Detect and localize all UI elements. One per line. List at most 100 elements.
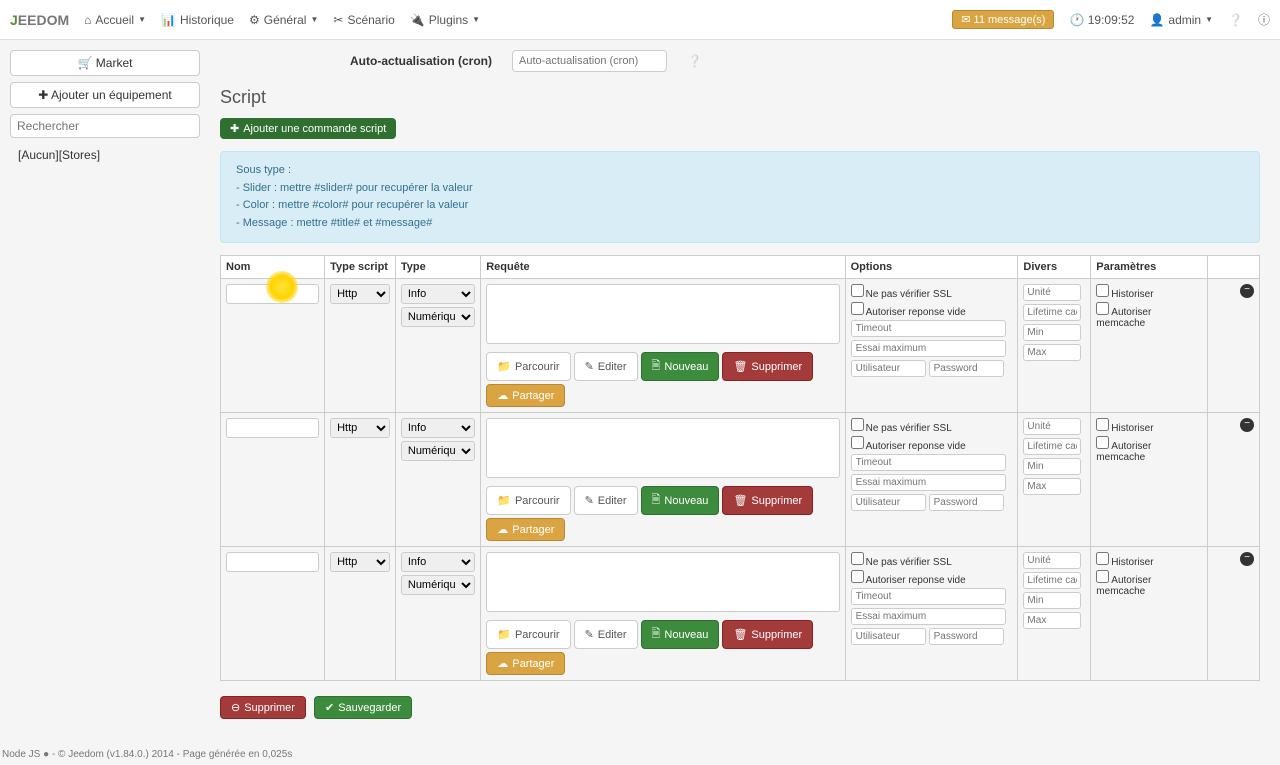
browse-button[interactable]: 📁 Parcourir (486, 352, 570, 381)
request-textarea[interactable] (486, 284, 839, 344)
timeout-input[interactable] (851, 320, 1006, 337)
min-input[interactable] (1023, 592, 1081, 609)
maxtry-input[interactable] (851, 340, 1006, 357)
delete-button[interactable]: 🗑 Supprimer (722, 620, 813, 649)
unite-input[interactable] (1023, 552, 1081, 569)
th-divers: Divers (1018, 256, 1091, 279)
nossl-checkbox[interactable]: Ne pas vérifier SSL (851, 552, 1013, 568)
max-input[interactable] (1023, 612, 1081, 629)
share-button[interactable]: ☁ Partager (486, 518, 565, 541)
lifetime-input[interactable] (1023, 572, 1081, 589)
allowempty-checkbox[interactable]: Autoriser reponse vide (851, 302, 1013, 318)
historiser-checkbox[interactable]: Historiser (1096, 418, 1202, 434)
market-button[interactable]: 🛒 Market (10, 50, 200, 76)
info-icon[interactable]: ⓘ (1258, 11, 1270, 28)
pass-input[interactable] (929, 628, 1004, 645)
delete-button[interactable]: 🗑 Supprimer (722, 352, 813, 381)
lifetime-input[interactable] (1023, 438, 1081, 455)
timeout-input[interactable] (851, 454, 1006, 471)
sidebar-search[interactable] (10, 114, 200, 138)
unite-input[interactable] (1023, 418, 1081, 435)
cron-help-icon[interactable]: ❔ (687, 54, 702, 68)
user-input[interactable] (851, 628, 926, 645)
browse-button[interactable]: 📁 Parcourir (486, 486, 570, 515)
historiser-checkbox[interactable]: Historiser (1096, 552, 1202, 568)
remove-row-button[interactable]: − (1240, 284, 1254, 298)
delete-button[interactable]: 🗑 Supprimer (722, 486, 813, 515)
messages-badge[interactable]: ✉ 11 message(s) (952, 10, 1054, 29)
delete-all-button[interactable]: ⊖ Supprimer (220, 696, 306, 719)
lifetime-input[interactable] (1023, 304, 1081, 321)
th-typescript: Type script (325, 256, 396, 279)
add-equipment-button[interactable]: ✚ Ajouter un équipement (10, 82, 200, 108)
min-input[interactable] (1023, 458, 1081, 475)
allowempty-checkbox[interactable]: Autoriser reponse vide (851, 436, 1013, 452)
table-row: Http Info Numérique 📁 Parcourir ✎ Editer… (221, 279, 1260, 413)
typescript-select[interactable]: Http (330, 284, 390, 304)
max-input[interactable] (1023, 478, 1081, 495)
memcache-checkbox[interactable]: Autoriser memcache (1096, 570, 1202, 597)
max-input[interactable] (1023, 344, 1081, 361)
share-button[interactable]: ☁ Partager (486, 652, 565, 675)
pass-input[interactable] (929, 494, 1004, 511)
memcache-checkbox[interactable]: Autoriser memcache (1096, 436, 1202, 463)
th-parametres: Paramètres (1091, 256, 1208, 279)
allowempty-checkbox[interactable]: Autoriser reponse vide (851, 570, 1013, 586)
commands-table: Nom Type script Type Requête Options Div… (220, 255, 1260, 681)
nossl-checkbox[interactable]: Ne pas vérifier SSL (851, 418, 1013, 434)
typescript-select[interactable]: Http (330, 552, 390, 572)
nav-plugins[interactable]: 🔌 Plugins ▼ (410, 13, 480, 27)
user-input[interactable] (851, 360, 926, 377)
subtype-select[interactable]: Numérique (401, 575, 475, 595)
th-type: Type (395, 256, 480, 279)
remove-row-button[interactable]: − (1240, 552, 1254, 566)
nav-accueil[interactable]: ⌂ Accueil ▼ (84, 13, 146, 27)
new-button[interactable]: 🗎 Nouveau (641, 486, 720, 515)
save-button[interactable]: ✔ Sauvegarder (314, 696, 412, 719)
add-command-button[interactable]: ✚ Ajouter une commande script (220, 118, 396, 139)
nossl-checkbox[interactable]: Ne pas vérifier SSL (851, 284, 1013, 300)
min-input[interactable] (1023, 324, 1081, 341)
type-select[interactable]: Info (401, 284, 475, 304)
unite-input[interactable] (1023, 284, 1081, 301)
help-icon[interactable]: ❔ (1228, 13, 1243, 27)
clock: 🕐 19:09:52 (1069, 13, 1134, 27)
pass-input[interactable] (929, 360, 1004, 377)
memcache-checkbox[interactable]: Autoriser memcache (1096, 302, 1202, 329)
th-options: Options (845, 256, 1018, 279)
nav-scenario[interactable]: ✂ Scénario (333, 13, 394, 27)
typescript-select[interactable]: Http (330, 418, 390, 438)
subtype-select[interactable]: Numérique (401, 441, 475, 461)
subtype-select[interactable]: Numérique (401, 307, 475, 327)
logo: JEEDOM (10, 12, 69, 28)
user-menu[interactable]: 👤 admin ▼ (1149, 13, 1213, 27)
cron-input[interactable] (512, 50, 667, 72)
maxtry-input[interactable] (851, 474, 1006, 491)
new-button[interactable]: 🗎 Nouveau (641, 352, 720, 381)
type-select[interactable]: Info (401, 552, 475, 572)
sidebar-item-stores[interactable]: [Aucun][Stores] (10, 144, 200, 166)
remove-row-button[interactable]: − (1240, 418, 1254, 432)
share-button[interactable]: ☁ Partager (486, 384, 565, 407)
browse-button[interactable]: 📁 Parcourir (486, 620, 570, 649)
name-input[interactable] (226, 552, 319, 572)
name-input[interactable] (226, 418, 319, 438)
new-button[interactable]: 🗎 Nouveau (641, 620, 720, 649)
edit-button[interactable]: ✎ Editer (574, 352, 638, 381)
request-textarea[interactable] (486, 552, 839, 612)
edit-button[interactable]: ✎ Editer (574, 486, 638, 515)
maxtry-input[interactable] (851, 608, 1006, 625)
edit-button[interactable]: ✎ Editer (574, 620, 638, 649)
table-row: Http Info Numérique 📁 Parcourir ✎ Editer… (221, 547, 1260, 681)
nav-historique[interactable]: 📊 Historique (161, 13, 234, 27)
user-input[interactable] (851, 494, 926, 511)
request-textarea[interactable] (486, 418, 839, 478)
name-input[interactable] (226, 284, 319, 304)
timeout-input[interactable] (851, 588, 1006, 605)
info-box: Sous type : - Slider : mettre #slider# p… (220, 151, 1260, 243)
th-nom: Nom (221, 256, 325, 279)
nav-general[interactable]: ⚙ Général ▼ (249, 13, 318, 27)
historiser-checkbox[interactable]: Historiser (1096, 284, 1202, 300)
section-title: Script (220, 87, 1260, 108)
type-select[interactable]: Info (401, 418, 475, 438)
